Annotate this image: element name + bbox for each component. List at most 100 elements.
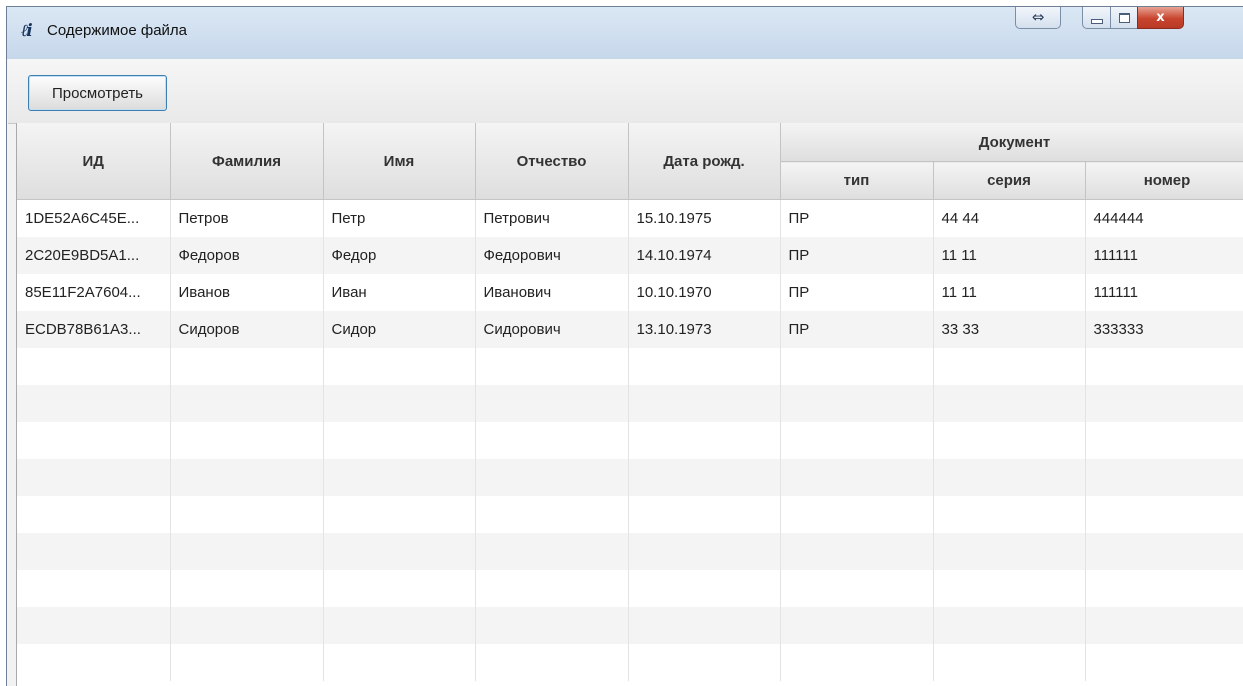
empty-cell [628,532,781,570]
empty-cell [475,421,629,459]
empty-cell [170,458,324,496]
resize-toggle-button[interactable]: ⇔ [1015,7,1061,29]
last-name-cell: Петров [170,199,324,237]
first-name-cell: Петр [323,199,476,237]
column-header-birth-date[interactable]: Дата рожд. [628,123,781,200]
patronymic-cell: Иванович [475,273,629,311]
empty-cell [780,458,934,496]
id-cell: 2C20E9BD5A1... [17,236,171,274]
empty-cell [17,421,171,459]
empty-cell [1085,421,1243,459]
column-group-document: Документ [780,123,1243,162]
patronymic-cell: Сидорович [475,310,629,348]
doc-series-cell: 44 44 [933,199,1086,237]
empty-cell [780,569,934,607]
empty-cell [475,643,629,681]
doc-type-cell: ПР [780,310,934,348]
double-arrow-icon: ⇔ [1031,8,1045,26]
empty-cell [780,495,934,533]
empty-table-row [17,347,1243,385]
birth-date-cell: 15.10.1975 [628,199,781,237]
maximize-icon [1118,12,1130,23]
minimize-icon [1090,19,1103,24]
empty-table-row [17,384,1243,422]
maximize-button[interactable] [1110,7,1138,29]
window-title: Содержимое файла [47,22,188,39]
empty-cell [170,532,324,570]
empty-cell [628,458,781,496]
empty-cell [780,421,934,459]
empty-cell [933,347,1086,385]
patronymic-cell: Петрович [475,199,629,237]
birth-date-cell: 13.10.1973 [628,310,781,348]
patronymic-cell: Федорович [475,236,629,274]
table-row[interactable]: 85E11F2A7604... Иванов Иван Иванович 10.10.1… [17,273,1243,311]
empty-cell [628,384,781,422]
doc-number-cell: 333333 [1085,310,1243,348]
empty-cell [933,458,1086,496]
empty-cell [323,347,476,385]
doc-number-cell: 111111 [1085,236,1243,274]
birth-date-cell: 14.10.1974 [628,236,781,274]
empty-cell [1085,347,1243,385]
empty-cell [933,569,1086,607]
empty-cell [933,606,1086,644]
empty-cell [628,606,781,644]
close-button[interactable]: x [1137,7,1184,29]
column-header-doc-series[interactable]: серия [933,161,1086,200]
doc-series-cell: 11 11 [933,236,1086,274]
column-header-first-name[interactable]: Имя [323,123,476,200]
first-name-cell: Иван [323,273,476,311]
empty-table-row [17,421,1243,459]
column-header-patronymic[interactable]: Отчество [475,123,629,200]
empty-cell [1085,495,1243,533]
table-row[interactable]: 1DE52A6C45E... Петров Петр Петрович 15.10.19… [17,199,1243,237]
empty-table-row [17,532,1243,570]
birth-date-cell: 10.10.1970 [628,273,781,311]
empty-cell [323,495,476,533]
empty-cell [628,495,781,533]
table-body: 1DE52A6C45E... Петров Петр Петрович 15.10.19… [17,199,1243,681]
table-row[interactable]: ECDB78B61A3... Сидоров Сидор Сидорович 13.10… [17,310,1243,348]
column-header-last-name[interactable]: Фамилия [170,123,324,200]
empty-cell [475,495,629,533]
empty-cell [933,495,1086,533]
persons-table[interactable]: ИД Фамилия Имя Отчество Дата рожд. Докум… [16,123,1243,686]
empty-table-row [17,495,1243,533]
doc-type-cell: ПР [780,273,934,311]
first-name-cell: Сидор [323,310,476,348]
empty-cell [1085,458,1243,496]
empty-cell [475,384,629,422]
title-bar[interactable]: ℓi Содержимое файла ⇔ x [7,7,1243,59]
empty-cell [780,347,934,385]
empty-cell [475,458,629,496]
empty-cell [170,384,324,422]
empty-cell [475,532,629,570]
empty-cell [17,643,171,681]
toolbar: Просмотреть [8,59,1243,124]
last-name-cell: Сидоров [170,310,324,348]
doc-series-cell: 11 11 [933,273,1086,311]
empty-table-row [17,569,1243,607]
empty-cell [1085,569,1243,607]
last-name-cell: Иванов [170,273,324,311]
table-row[interactable]: 2C20E9BD5A1... Федоров Федор Федорович 14.10… [17,236,1243,274]
empty-cell [323,421,476,459]
empty-cell [170,569,324,607]
empty-cell [17,458,171,496]
app-logo-icon: ℓi [21,21,33,41]
column-header-doc-number[interactable]: номер [1085,161,1243,200]
column-header-doc-type[interactable]: тип [780,161,934,200]
empty-cell [323,569,476,607]
view-button[interactable]: Просмотреть [28,75,167,111]
empty-cell [933,532,1086,570]
empty-cell [170,606,324,644]
minimize-button[interactable] [1082,7,1111,29]
empty-cell [17,606,171,644]
id-cell: 85E11F2A7604... [17,273,171,311]
empty-cell [17,495,171,533]
empty-cell [170,495,324,533]
empty-cell [1085,384,1243,422]
column-header-id[interactable]: ИД [17,123,171,200]
empty-cell [323,606,476,644]
